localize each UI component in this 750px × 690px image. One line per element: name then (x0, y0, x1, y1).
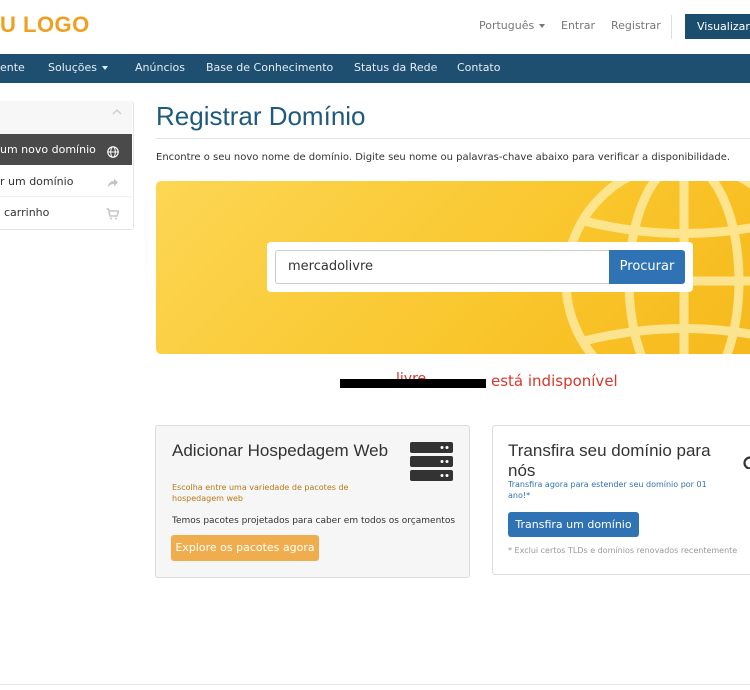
transfer-domain-button[interactable]: Transfira um domínio (508, 512, 639, 537)
explore-hosting-button[interactable]: Explore os pacotes agora (171, 535, 319, 561)
domain-unavailable-message: está indisponível (491, 372, 618, 390)
nav-item-solucoes-label: Soluções (48, 61, 98, 74)
hosting-card-body: Temos pacotes projetados para caber em t… (172, 516, 456, 526)
chevron-up-icon[interactable] (112, 108, 122, 119)
site-logo[interactable]: U LOGO (0, 12, 90, 38)
sidebar-item-transfer[interactable]: r um domínio (0, 175, 73, 188)
nav-item-cliente[interactable]: ente (0, 61, 25, 74)
nav-item-solucoes[interactable]: Soluções (48, 61, 109, 74)
page-title: Registrar Domínio (156, 101, 366, 131)
login-link[interactable]: Entrar (561, 19, 595, 32)
sidebar-item-register[interactable]: um novo domínio (0, 143, 96, 156)
transfer-card-note: * Exclui certos TLDs e domínios renovado… (508, 546, 738, 555)
nav-item-base-conhecimento[interactable]: Base de Conhecimento (206, 61, 333, 74)
view-cart-button[interactable]: Visualizar (685, 14, 750, 39)
share-icon (106, 174, 119, 193)
title-divider (156, 138, 750, 139)
language-selector[interactable]: Português (479, 19, 546, 32)
header-divider (671, 15, 672, 39)
language-label: Português (479, 19, 535, 32)
footer-divider (0, 684, 750, 685)
nav-item-status-rede[interactable]: Status da Rede (354, 61, 437, 74)
page-intro: Encontre o seu novo nome de domínio. Dig… (156, 152, 731, 163)
search-button[interactable]: Procurar (609, 250, 685, 284)
server-icon (410, 442, 453, 486)
sidebar-item-cart[interactable]: carrinho (4, 206, 49, 219)
globe-icon (107, 143, 119, 162)
nav-item-contato[interactable]: Contato (457, 61, 500, 74)
transfer-card-subtitle: Transfira agora para estender seu domíni… (508, 480, 707, 500)
transfer-card-title: Transfira seu domínio para nós (508, 441, 711, 480)
sidebar-divider (0, 196, 132, 197)
redaction-bar (340, 379, 486, 388)
chevron-down-icon (102, 66, 109, 70)
hosting-card-title: Adicionar Hospedagem Web (172, 441, 389, 460)
hosting-card-subtitle: Escolha entre uma variedade de pacotes d… (172, 483, 349, 503)
register-link[interactable]: Registrar (611, 19, 661, 32)
nav-item-anuncios[interactable]: Anúncios (135, 61, 185, 74)
cart-icon (106, 205, 120, 224)
transfer-icon (743, 455, 750, 469)
domain-search-input[interactable]: mercadolivre (275, 250, 609, 284)
chevron-down-icon (539, 24, 546, 28)
